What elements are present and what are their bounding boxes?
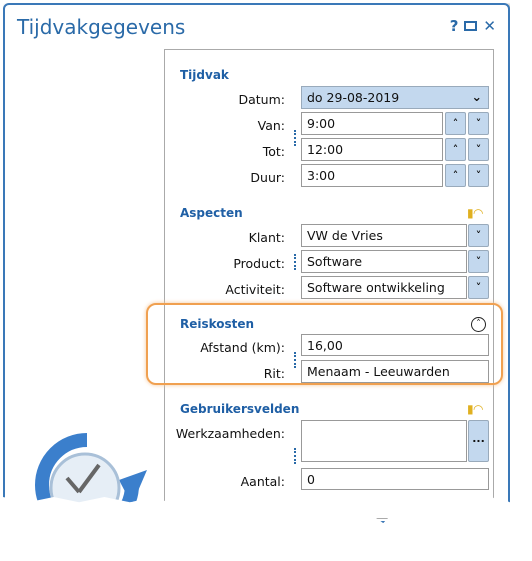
tot-label: Tot: <box>262 144 285 159</box>
window-title: Tijdvakgegevens <box>17 15 186 39</box>
database-icon[interactable]: ▮◠ <box>467 206 483 220</box>
clock-icon <box>35 433 147 523</box>
activiteit-input[interactable]: Software ontwikkeling <box>301 276 467 299</box>
tot-down-button[interactable]: ˅ <box>468 138 489 161</box>
duur-down-button[interactable]: ˅ <box>468 164 489 187</box>
splitter-handle[interactable] <box>294 130 296 146</box>
section-header-aspecten: Aspecten <box>180 206 243 220</box>
product-input[interactable]: Software <box>301 250 467 273</box>
section-header-gebruikersvelden: Gebruikersvelden <box>180 402 300 416</box>
activiteit-label: Activiteit: <box>225 282 285 297</box>
splitter-handle[interactable] <box>294 448 296 464</box>
reiskosten-highlight <box>146 303 503 385</box>
werkzaamheden-input[interactable] <box>301 420 467 462</box>
duur-input[interactable]: 3:00 <box>301 164 443 187</box>
tot-up-button[interactable]: ˄ <box>445 138 466 161</box>
product-dropdown-button[interactable]: ˅ <box>468 250 489 273</box>
aantal-label: Aantal: <box>240 474 285 489</box>
werkzaamheden-more-button[interactable]: ... <box>468 420 489 462</box>
splitter-handle[interactable] <box>294 254 296 270</box>
database-icon[interactable]: ▮◠ <box>467 402 483 416</box>
van-down-button[interactable]: ˅ <box>468 112 489 135</box>
close-button[interactable]: ✕ <box>483 17 496 35</box>
section-header-tijdvak: Tijdvak <box>180 68 229 82</box>
van-input[interactable]: 9:00 <box>301 112 443 135</box>
van-up-button[interactable]: ˄ <box>445 112 466 135</box>
datum-value: do 29-08-2019 <box>307 90 400 105</box>
werkzaamheden-label: Werkzaamheden: <box>175 426 285 441</box>
klant-dropdown-button[interactable]: ˅ <box>468 224 489 247</box>
duur-up-button[interactable]: ˄ <box>445 164 466 187</box>
datum-label: Datum: <box>238 92 286 107</box>
product-label: Product: <box>233 256 285 271</box>
datum-dropdown[interactable]: do 29-08-2019 ⌄ <box>301 86 489 109</box>
help-button[interactable]: ? <box>450 17 459 35</box>
klant-input[interactable]: VW de Vries <box>301 224 467 247</box>
maximize-button[interactable] <box>464 21 478 31</box>
duur-label: Duur: <box>250 170 285 185</box>
van-label: Van: <box>257 118 285 133</box>
tot-input[interactable]: 12:00 <box>301 138 443 161</box>
dialog-window: Tijdvakgegevens ? ✕ Tijdvak Datum: do 29… <box>3 3 510 523</box>
form-panel: Tijdvak Datum: do 29-08-2019 ⌄ Van: 9:00 … <box>164 49 494 519</box>
activiteit-dropdown-button[interactable]: ˅ <box>468 276 489 299</box>
aantal-input[interactable]: 0 <box>301 468 489 490</box>
chevron-down-icon: ⌄ <box>471 89 482 104</box>
klant-label: Klant: <box>248 230 285 245</box>
